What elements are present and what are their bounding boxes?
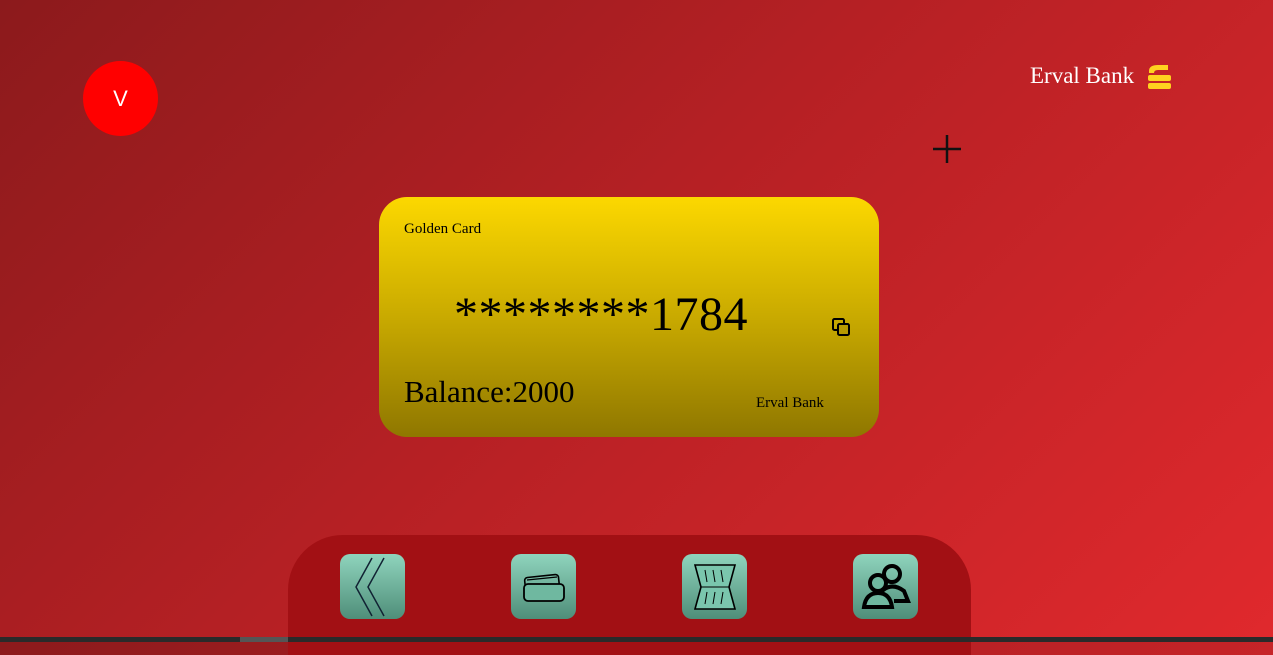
back-chevron-icon (354, 557, 385, 616)
card-type-label: Golden Card (404, 221, 482, 237)
scrollbar-thumb[interactable] (240, 637, 288, 642)
copy-icon (832, 318, 850, 336)
card-number: ********1784 (454, 288, 748, 341)
golden-card[interactable]: Golden Card ********1784 Balance:2000 Er… (379, 197, 879, 437)
page-scrollbar[interactable] (0, 637, 1273, 642)
add-card-button[interactable] (928, 130, 966, 168)
copy-card-number-button[interactable] (831, 317, 853, 339)
user-avatar[interactable]: V (83, 61, 158, 136)
brand-name: Erval Bank (1030, 63, 1135, 88)
card-balance: Balance:2000 (404, 374, 575, 409)
users-icon (861, 563, 911, 609)
stacked-coins-icon (1148, 65, 1172, 89)
card-bank-name: Erval Bank (756, 395, 824, 411)
transfer-icon (693, 563, 736, 610)
nav-back-button[interactable] (340, 554, 405, 619)
plus-icon (933, 135, 961, 163)
credit-cards-icon (522, 573, 565, 602)
avatar-initial: V (113, 85, 128, 111)
nav-transfer-button[interactable] (682, 554, 747, 619)
nav-profile-button[interactable] (853, 554, 918, 619)
nav-cards-button[interactable] (511, 554, 576, 619)
bank-brand: Erval Bank (1030, 62, 1172, 90)
